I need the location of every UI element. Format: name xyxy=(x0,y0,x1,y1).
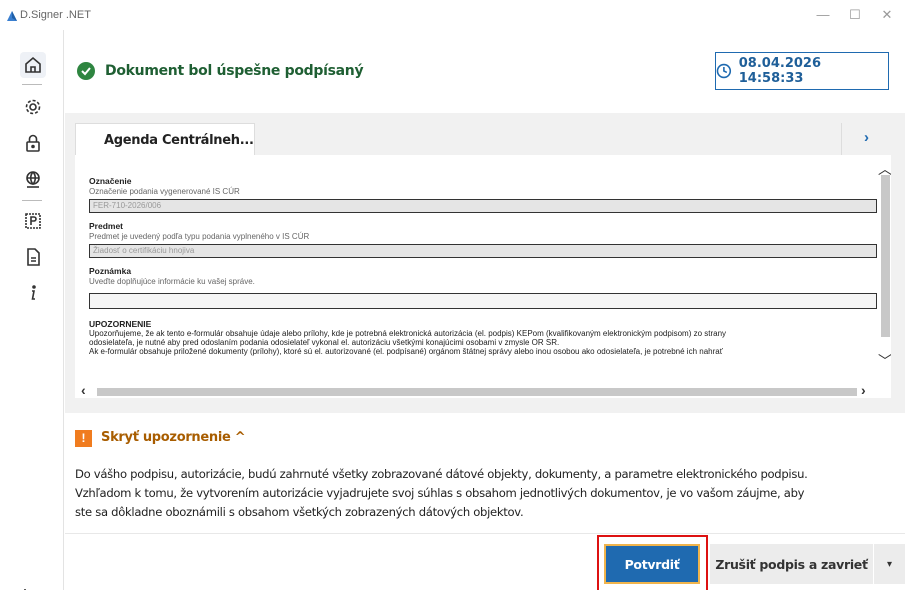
main-content: Dokument bol úspešne podpísaný 08.04.202… xyxy=(65,30,905,590)
document-tabs: Agenda Centrálneh... › xyxy=(75,123,891,156)
warning-title: UPOZORNENIE xyxy=(89,319,152,329)
confirm-button[interactable]: Potvrdiť xyxy=(604,544,700,584)
warning-text: odosielateľa, je nutné aby pred odoslaní… xyxy=(89,338,560,347)
e-form: Označenie Označenie podania vygenerované… xyxy=(89,171,877,356)
poznamka-field[interactable] xyxy=(89,293,877,309)
field-hint: Označenie podania vygenerované IS CÚR xyxy=(89,187,240,196)
field-label: Označenie xyxy=(89,176,132,186)
gear-icon[interactable] xyxy=(20,94,46,120)
window-title: D.Signer .NET xyxy=(20,9,91,21)
app-window: D.Signer .NET — ☐ ✕ Dokument bol úspešne… xyxy=(0,0,905,590)
predmet-field[interactable]: Žiadosť o certifikáciu hnojiva xyxy=(89,244,877,258)
horizontal-scrollbar[interactable]: ‹ › xyxy=(75,382,877,398)
warning-text: Upozorňujeme, že ak tento e-formulár obs… xyxy=(89,329,727,338)
scrollbar-thumb[interactable] xyxy=(881,175,890,337)
check-circle-icon xyxy=(77,62,95,80)
notice-line: Vzhľadom k tomu, že vytvorením autorizác… xyxy=(75,486,805,500)
warning-icon: ! xyxy=(75,430,92,447)
scroll-down-icon[interactable]: ﹀ xyxy=(878,351,891,371)
app-logo-icon xyxy=(7,11,17,21)
minimize-button[interactable]: — xyxy=(808,4,838,26)
scrollbar-thumb[interactable] xyxy=(97,388,857,396)
home-icon[interactable] xyxy=(20,52,46,78)
chevron-down-icon[interactable]: ▾ xyxy=(874,544,905,584)
title-bar: D.Signer .NET — ☐ ✕ xyxy=(0,0,905,30)
warning-text: Ak e-formulár obsahuje priložené dokumen… xyxy=(89,347,723,356)
close-button[interactable]: ✕ xyxy=(872,4,902,26)
lock-icon[interactable] xyxy=(20,130,46,156)
success-message: Dokument bol úspešne podpísaný xyxy=(105,63,364,79)
scroll-right-icon[interactable]: › xyxy=(861,382,866,398)
signing-datetime: 08.04.2026 14:58:33 xyxy=(738,56,822,86)
tab-next-button[interactable]: › xyxy=(841,123,891,155)
notice-line: Do vášho podpisu, autorizácie, budú zahr… xyxy=(75,467,808,481)
footer-divider xyxy=(65,533,905,534)
field-label: Poznámka xyxy=(89,266,132,276)
hide-warning-toggle[interactable]: Skryť upozornenie ^ xyxy=(101,430,246,445)
scroll-left-icon[interactable]: ‹ xyxy=(81,382,86,398)
info-icon[interactable] xyxy=(20,280,46,306)
signing-notice: Do vášho podpisu, autorizácie, budú zahr… xyxy=(75,465,895,522)
notice-line: ste sa dôkladne oboznámili s obsahom vše… xyxy=(75,505,524,519)
signing-time-badge: 08.04.2026 14:58:33 xyxy=(715,52,889,90)
cancel-sign-close-button[interactable]: Zrušiť podpis a zavrieť xyxy=(710,544,873,584)
clock-icon xyxy=(716,63,732,79)
field-hint: Uveďte doplňujúce informácie ku vašej sp… xyxy=(89,277,255,286)
exit-icon[interactable] xyxy=(22,585,42,590)
tab-agenda[interactable]: Agenda Centrálneh... xyxy=(75,123,255,156)
parking-icon[interactable] xyxy=(20,208,46,234)
document-viewer: Označenie Označenie podania vygenerované… xyxy=(75,155,891,398)
maximize-button[interactable]: ☐ xyxy=(840,4,870,26)
sidebar-divider xyxy=(22,84,42,85)
vertical-scrollbar[interactable]: ︿ ﹀ xyxy=(877,155,891,398)
sidebar xyxy=(0,30,64,590)
globe-icon[interactable] xyxy=(20,166,46,192)
document-icon[interactable] xyxy=(20,244,46,270)
field-label: Predmet xyxy=(89,221,124,231)
field-hint: Predmet je uvedený podľa typu podania vy… xyxy=(89,232,310,241)
sidebar-divider xyxy=(22,200,42,201)
oznacenie-field[interactable]: FER-710-2026/006 xyxy=(89,199,877,213)
